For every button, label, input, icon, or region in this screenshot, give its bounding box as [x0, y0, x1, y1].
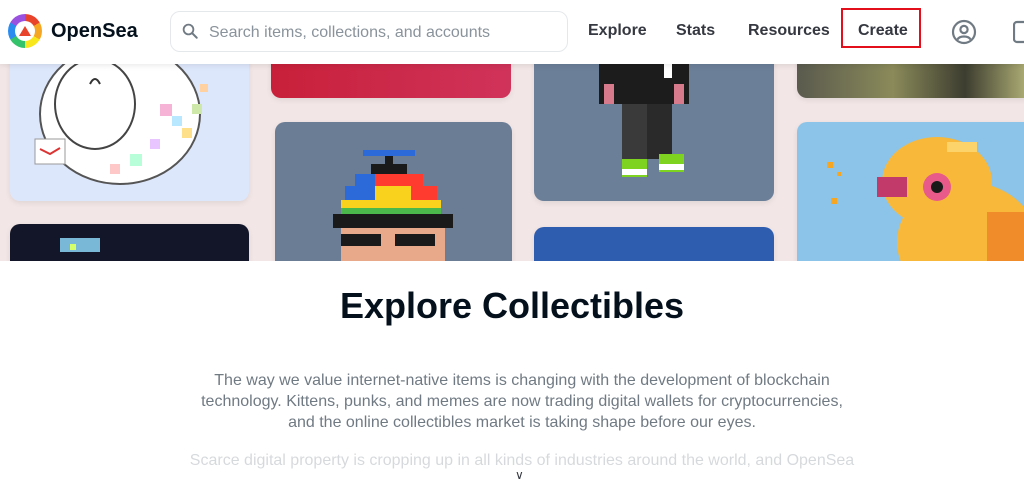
nav-explore[interactable]: Explore [588, 22, 647, 40]
nav-resources[interactable]: Resources [748, 22, 830, 40]
create-highlight-box [841, 8, 921, 48]
nft-card-dark-night[interactable] [10, 224, 249, 261]
nft-card-parrot[interactable] [797, 122, 1024, 261]
opensea-logo-icon[interactable] [8, 14, 42, 48]
account-circle-icon[interactable] [951, 19, 977, 45]
top-navigation-bar: OpenSea Explore Stats Resources Create [0, 0, 1024, 64]
search-bar[interactable] [170, 11, 568, 52]
nft-card-propeller-punk[interactable] [275, 122, 512, 261]
brand-name[interactable]: OpenSea [51, 20, 138, 43]
nft-card-pixel-character[interactable] [534, 64, 774, 201]
chevron-down-icon[interactable]: ∨ [515, 468, 524, 482]
search-icon [182, 23, 198, 39]
wallet-icon[interactable] [1013, 19, 1024, 45]
nft-card-cat[interactable] [10, 64, 249, 201]
nav-stats[interactable]: Stats [676, 22, 715, 40]
page-description: The way we value internet-native items i… [201, 372, 843, 431]
search-input[interactable] [207, 20, 561, 46]
hero-collage [0, 64, 1024, 261]
nft-card-red-gradient[interactable] [271, 64, 511, 98]
page-title: Explore Collectibles [339, 285, 685, 326]
nft-card-blue[interactable] [534, 227, 774, 261]
nft-card-dark-texture[interactable] [797, 64, 1024, 98]
